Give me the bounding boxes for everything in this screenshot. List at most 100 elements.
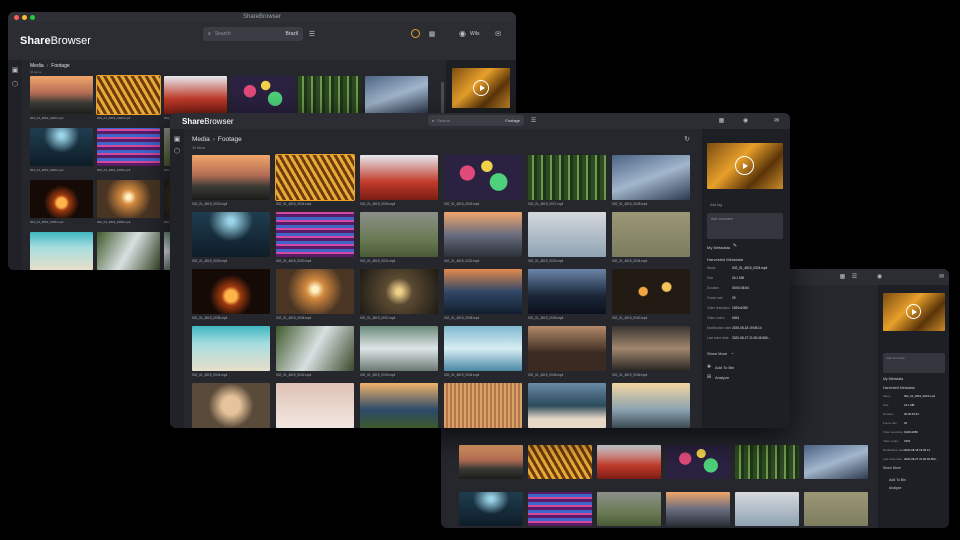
mail-icon[interactable]: ✉ (494, 30, 502, 38)
filter-icon[interactable]: ☰ (530, 117, 537, 124)
mail-icon[interactable]: ✉ (773, 117, 780, 124)
breadcrumb: Media › Footage (192, 136, 242, 143)
thumbnail[interactable] (276, 383, 354, 428)
search-input[interactable]: ⌕ Search Footage (428, 115, 524, 126)
window-main: ShareBrowser ⌕ Search Footage ☰ ▦ ◉ ✉ ▣ … (170, 113, 790, 428)
thumbnail[interactable] (97, 128, 160, 166)
thumbnail[interactable] (360, 155, 438, 200)
thumbnail[interactable] (30, 232, 93, 270)
thumbnail[interactable] (231, 76, 294, 114)
comment-input[interactable]: Add comment (707, 213, 783, 239)
search-input[interactable]: ⌕ Search Brazil (203, 27, 303, 41)
thumbnail[interactable] (597, 492, 661, 526)
thumbnail[interactable] (30, 180, 93, 218)
thumbnail[interactable] (97, 232, 160, 270)
thumbnail[interactable] (360, 383, 438, 428)
media-icon[interactable]: ▣ (11, 66, 19, 74)
thumbnail[interactable] (804, 492, 868, 526)
thumbnail[interactable] (365, 76, 428, 114)
thumbnail[interactable] (192, 212, 270, 257)
metadata-value: 002_01_4819_0024.mp4 (904, 394, 936, 398)
thumbnail[interactable] (735, 445, 799, 479)
breadcrumb-media[interactable]: Media (192, 136, 210, 143)
thumbnail[interactable] (528, 383, 606, 428)
edit-icon[interactable]: ✎ (732, 243, 738, 249)
thumbnail[interactable] (444, 326, 522, 371)
play-icon[interactable] (473, 80, 489, 96)
thumbnail[interactable] (444, 269, 522, 314)
my-metadata-label[interactable]: My Metadata (707, 245, 730, 250)
refresh-icon[interactable]: ↻ (683, 135, 691, 143)
activity-icon[interactable] (411, 29, 420, 38)
thumbnail[interactable] (30, 128, 93, 166)
media-icon[interactable]: ▣ (173, 135, 181, 143)
analyze-button[interactable]: Analyze (715, 375, 729, 380)
thumbnail[interactable] (444, 212, 522, 257)
thumbnail[interactable] (528, 269, 606, 314)
thumbnail[interactable] (612, 326, 690, 371)
show-more-button[interactable]: Show More (707, 351, 727, 356)
thumbnail[interactable] (30, 76, 93, 114)
thumbnail[interactable] (666, 445, 730, 479)
breadcrumb-media[interactable]: Media (30, 63, 44, 69)
mail-icon[interactable]: ✉ (938, 273, 945, 280)
analyze-button[interactable]: Analyze (889, 486, 901, 490)
thumbnail[interactable] (528, 326, 606, 371)
thumbnail[interactable] (735, 492, 799, 526)
play-icon[interactable] (735, 156, 754, 175)
user-icon[interactable]: ◉ (458, 29, 467, 38)
add-to-bin-button[interactable]: Add To Bin (889, 478, 906, 482)
thumbnail[interactable] (276, 326, 354, 371)
filter-icon[interactable]: ☰ (308, 30, 316, 38)
thumbnail[interactable] (612, 155, 690, 200)
thumbnail[interactable] (192, 383, 270, 428)
thumbnail[interactable] (612, 383, 690, 428)
play-icon[interactable] (906, 304, 921, 319)
show-more-button[interactable]: Show More (883, 466, 901, 470)
thumbnail[interactable] (528, 155, 606, 200)
thumbnail[interactable] (597, 445, 661, 479)
grid-view-icon[interactable]: ▦ (428, 30, 436, 38)
thumbnail[interactable] (528, 212, 606, 257)
thumbnail[interactable] (612, 212, 690, 257)
bins-icon[interactable]: ⬡ (173, 147, 181, 155)
thumbnail[interactable] (192, 269, 270, 314)
grid-view-icon[interactable]: ▦ (839, 273, 846, 280)
user-icon[interactable]: ◉ (742, 117, 749, 124)
thumbnail[interactable] (528, 445, 592, 479)
chevron-down-icon[interactable]: ⌄ (730, 350, 735, 355)
my-metadata-label[interactable]: My Metadata (883, 377, 903, 381)
thumbnail[interactable] (459, 492, 523, 526)
thumbnail[interactable] (666, 492, 730, 526)
thumbnail[interactable] (298, 76, 361, 114)
add-tag-label[interactable]: Add tag (710, 203, 722, 207)
thumbnail[interactable] (444, 383, 522, 428)
thumbnail[interactable] (444, 155, 522, 200)
thumbnail[interactable] (360, 326, 438, 371)
list-view-icon[interactable]: ☰ (851, 273, 858, 280)
comment-input[interactable]: Add comment (883, 353, 945, 373)
bins-icon[interactable]: ⬡ (11, 80, 19, 88)
thumbnail[interactable] (192, 155, 270, 200)
thumbnail[interactable] (612, 269, 690, 314)
thumbnail-label: 002_01_4819_0023.mp4 (192, 202, 228, 206)
thumbnail[interactable] (96, 75, 161, 115)
thumbnail[interactable] (528, 492, 592, 526)
thumbnail[interactable] (97, 180, 160, 218)
thumbnail[interactable] (276, 269, 354, 314)
thumbnail[interactable] (804, 445, 868, 479)
thumbnail[interactable] (275, 154, 355, 201)
user-icon[interactable]: ◉ (876, 273, 883, 280)
search-scope[interactable]: Footage (505, 118, 520, 123)
analyze-icon[interactable]: ⊞ (706, 374, 712, 380)
search-scope[interactable]: Brazil (285, 31, 298, 37)
grid-view-icon[interactable]: ▦ (718, 117, 725, 124)
thumbnail[interactable] (192, 326, 270, 371)
thumbnail[interactable] (276, 212, 354, 257)
thumbnail[interactable] (360, 269, 438, 314)
add-to-bin-icon[interactable]: ✚ (706, 364, 712, 370)
thumbnail[interactable] (164, 76, 227, 114)
thumbnail[interactable] (360, 212, 438, 257)
add-to-bin-button[interactable]: Add To Bin (715, 365, 734, 370)
thumbnail[interactable] (459, 445, 523, 479)
